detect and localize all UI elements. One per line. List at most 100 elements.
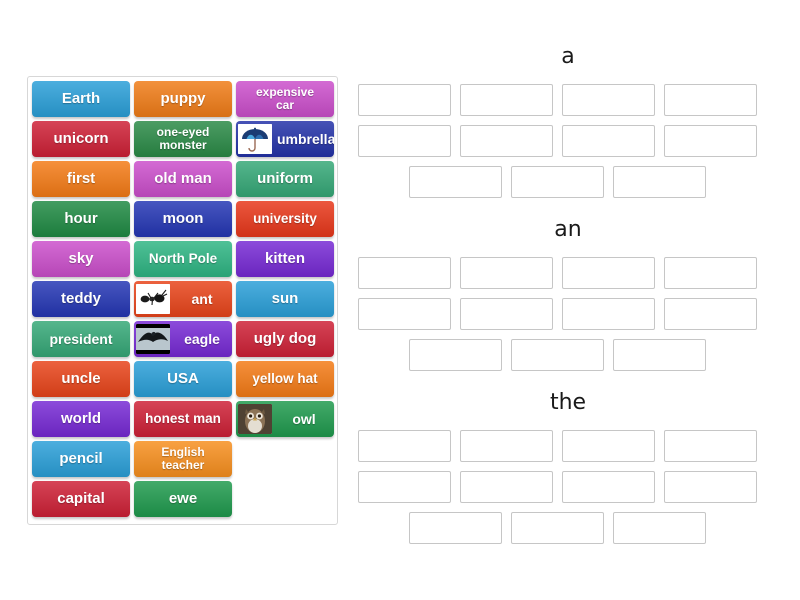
- word-tile[interactable]: moon: [134, 201, 232, 237]
- word-tile[interactable]: USA: [134, 361, 232, 397]
- word-tile[interactable]: eagle: [134, 321, 232, 357]
- word-tile[interactable]: capital: [32, 481, 130, 517]
- drop-slot[interactable]: [562, 430, 655, 462]
- word-tile[interactable]: university: [236, 201, 334, 237]
- drop-slot[interactable]: [562, 471, 655, 503]
- drop-slot[interactable]: [664, 430, 757, 462]
- drop-slot[interactable]: [460, 471, 553, 503]
- drop-slot[interactable]: [562, 257, 655, 289]
- drop-slot[interactable]: [664, 257, 757, 289]
- word-tile-label: English teacher: [161, 444, 205, 472]
- word-tile-label: North Pole: [148, 251, 218, 267]
- word-tile-label: world: [61, 410, 101, 428]
- tile-row: first old man uniform: [28, 161, 337, 201]
- word-tile-label: hour: [64, 210, 98, 228]
- word-tile[interactable]: world: [32, 401, 130, 437]
- drop-slot[interactable]: [460, 430, 553, 462]
- word-tile[interactable]: pencil: [32, 441, 130, 477]
- drop-slot[interactable]: [664, 471, 757, 503]
- drop-slot[interactable]: [358, 298, 451, 330]
- drop-slot[interactable]: [562, 84, 655, 116]
- word-tile[interactable]: North Pole: [134, 241, 232, 277]
- drop-slot[interactable]: [613, 166, 706, 198]
- group-an-slots: [358, 257, 778, 371]
- word-tile-label: owl: [292, 410, 316, 427]
- word-tile[interactable]: ewe: [134, 481, 232, 517]
- word-tile[interactable]: teddy: [32, 281, 130, 317]
- word-tile[interactable]: unicorn: [32, 121, 130, 157]
- slot-row: [358, 84, 778, 116]
- tile-placeholder: [236, 441, 334, 477]
- word-tile-label: one-eyed monster: [156, 124, 210, 152]
- drop-slot[interactable]: [511, 339, 604, 371]
- word-tile[interactable]: sun: [236, 281, 334, 317]
- drop-slot[interactable]: [511, 512, 604, 544]
- word-tile-label: USA: [167, 370, 199, 388]
- word-tile-label: eagle: [184, 330, 220, 347]
- tile-row: capital ewe: [28, 481, 337, 521]
- word-tile[interactable]: kitten: [236, 241, 334, 277]
- word-tile-label: kitten: [264, 250, 305, 268]
- word-tile[interactable]: old man: [134, 161, 232, 197]
- word-tile[interactable]: sky: [32, 241, 130, 277]
- word-tile[interactable]: honest man: [134, 401, 232, 437]
- word-tile-label: honest man: [145, 411, 221, 427]
- drop-slot[interactable]: [664, 125, 757, 157]
- drop-slot[interactable]: [409, 512, 502, 544]
- group-a-slots: [358, 84, 778, 198]
- drop-slot[interactable]: [358, 84, 451, 116]
- word-tile[interactable]: ugly dog: [236, 321, 334, 357]
- tile-row: president eagle ugly dog: [28, 321, 337, 361]
- slot-row: [358, 125, 778, 157]
- drop-slot[interactable]: [613, 512, 706, 544]
- drop-slot[interactable]: [358, 257, 451, 289]
- group-the-slots: [358, 430, 778, 544]
- word-tile[interactable]: expensive car: [236, 81, 334, 117]
- tile-row: uncle USA yellow hat: [28, 361, 337, 401]
- word-tile[interactable]: one-eyed monster: [134, 121, 232, 157]
- drop-slot[interactable]: [358, 125, 451, 157]
- word-tile[interactable]: uniform: [236, 161, 334, 197]
- word-tile-label: uncle: [61, 370, 101, 388]
- drop-slot[interactable]: [460, 298, 553, 330]
- drop-slot[interactable]: [664, 84, 757, 116]
- word-tile[interactable]: puppy: [134, 81, 232, 117]
- drop-slot[interactable]: [409, 339, 502, 371]
- word-tile[interactable]: yellow hat: [236, 361, 334, 397]
- drop-slot[interactable]: [409, 166, 502, 198]
- drop-slot[interactable]: [664, 298, 757, 330]
- word-tile[interactable]: ant: [134, 281, 232, 317]
- group-the: the: [358, 390, 778, 553]
- word-tile[interactable]: Earth: [32, 81, 130, 117]
- word-tile-pool[interactable]: Earth puppy expensive car unicorn one-eyed m…: [27, 76, 338, 525]
- drop-slot[interactable]: [358, 430, 451, 462]
- eagle-icon: [136, 324, 170, 354]
- drop-slot[interactable]: [460, 84, 553, 116]
- slot-row: [358, 166, 778, 198]
- drop-slot[interactable]: [562, 125, 655, 157]
- tile-row: Earth puppy expensive car: [28, 81, 337, 121]
- word-tile[interactable]: first: [32, 161, 130, 197]
- activity-canvas: Earth puppy expensive car unicorn one-eyed m…: [0, 0, 800, 600]
- word-tile[interactable]: English teacher: [134, 441, 232, 477]
- word-tile-label: pencil: [59, 450, 103, 468]
- umbrella-icon: [238, 124, 272, 154]
- word-tile[interactable]: umbrella: [236, 121, 334, 157]
- drop-slot[interactable]: [460, 257, 553, 289]
- group-title: a: [561, 44, 575, 69]
- drop-slot[interactable]: [460, 125, 553, 157]
- tile-row: hour moon university: [28, 201, 337, 241]
- group-an: an: [358, 217, 778, 380]
- word-tile-label: capital: [57, 490, 105, 508]
- tile-row: pencil English teacher: [28, 441, 337, 481]
- word-tile[interactable]: hour: [32, 201, 130, 237]
- drop-slot[interactable]: [562, 298, 655, 330]
- word-tile-label: expensive car: [255, 84, 315, 112]
- word-tile-label: teddy: [60, 290, 101, 308]
- drop-slot[interactable]: [511, 166, 604, 198]
- drop-slot[interactable]: [358, 471, 451, 503]
- word-tile[interactable]: uncle: [32, 361, 130, 397]
- word-tile[interactable]: president: [32, 321, 130, 357]
- word-tile[interactable]: owl: [236, 401, 334, 437]
- drop-slot[interactable]: [613, 339, 706, 371]
